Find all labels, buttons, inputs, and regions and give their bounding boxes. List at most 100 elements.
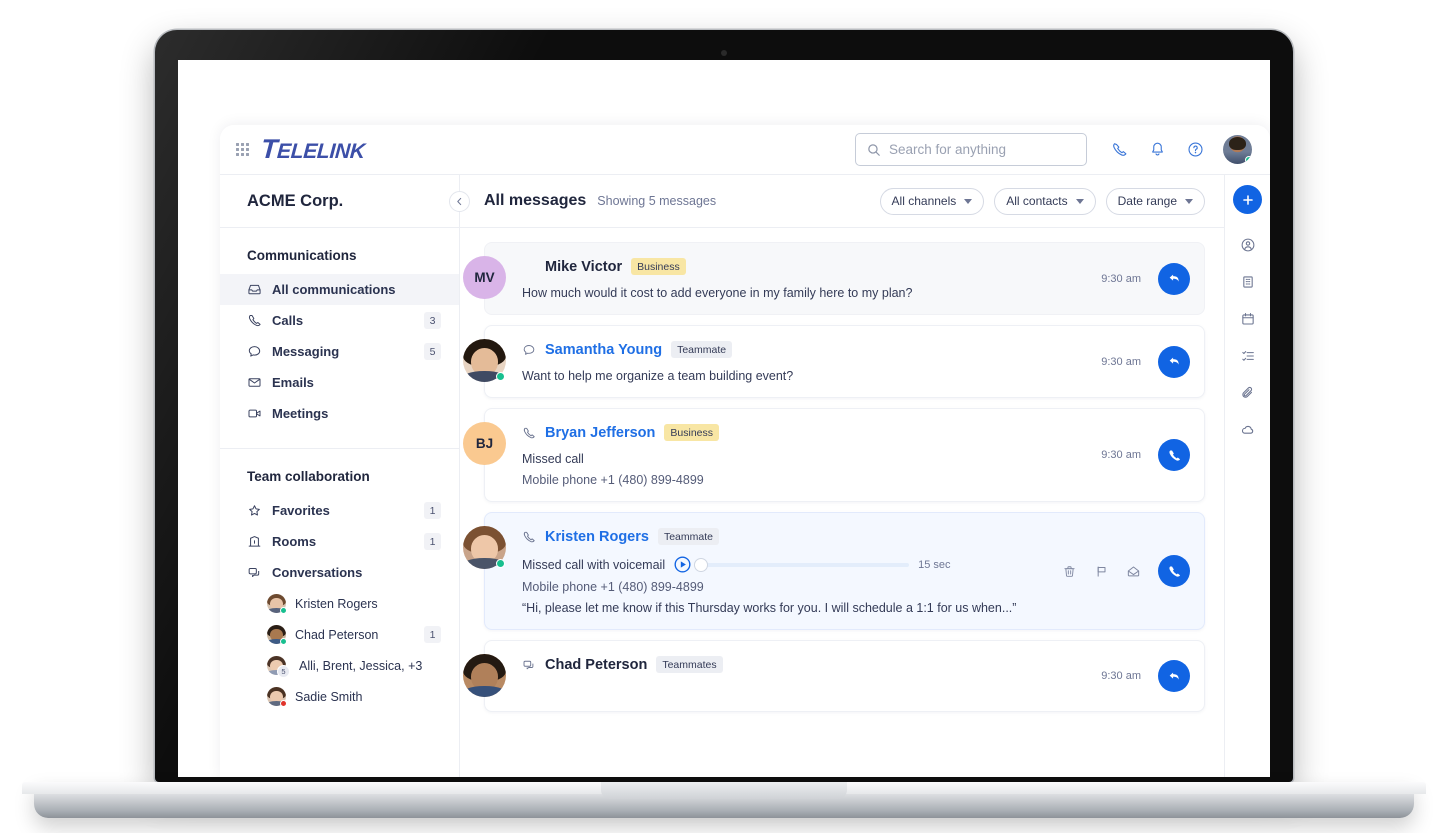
call-back-button[interactable] — [1158, 439, 1190, 471]
sidebar-item-label: All communications — [272, 282, 396, 297]
conversation-sadie-smith[interactable]: Sadie Smith — [220, 681, 459, 712]
grid-apps-icon[interactable] — [236, 143, 249, 156]
message-feed[interactable]: MV Mike Victor Business How much would i… — [460, 228, 1224, 777]
phone-icon — [248, 315, 261, 327]
sidebar-item-messaging[interactable]: Messaging 5 — [220, 336, 459, 367]
reply-icon — [1169, 274, 1179, 282]
reply-button[interactable] — [1158, 262, 1190, 295]
filter-all-channels[interactable]: All channels — [879, 187, 985, 215]
message-body: Samantha Young Teammate Want to help me … — [522, 340, 1087, 383]
message-header: Mike Victor Business — [522, 258, 1087, 275]
call-status: Missed call — [522, 452, 584, 466]
phone-icon — [523, 531, 535, 542]
contact-icon[interactable] — [1240, 237, 1256, 253]
laptop-base-notch — [601, 782, 847, 799]
filter-group: All channels All contacts Date range — [879, 187, 1205, 215]
conversation-group[interactable]: 5 Alli, Brent, Jessica, +3 — [220, 650, 459, 681]
phone-icon — [1168, 566, 1180, 577]
help-circle-icon[interactable] — [1187, 141, 1204, 158]
telelink-logo[interactable]: TELELINK — [260, 134, 366, 165]
plus-icon — [1242, 194, 1253, 205]
chevron-down-icon — [964, 198, 973, 204]
contact-name[interactable]: Samantha Young — [545, 342, 662, 358]
sidebar-item-calls[interactable]: Calls 3 — [220, 305, 459, 336]
play-circle-icon[interactable] — [674, 556, 691, 573]
building-icon — [248, 536, 261, 547]
filter-date-range[interactable]: Date range — [1105, 187, 1205, 215]
add-button[interactable] — [1233, 185, 1262, 214]
contact-name[interactable]: Kristen Rogers — [545, 529, 649, 545]
calendar-icon[interactable] — [1240, 311, 1256, 327]
table-row[interactable]: MV Mike Victor Business How much would i… — [463, 242, 1205, 315]
sidebar-collapse-button[interactable] — [449, 191, 470, 212]
message-header: Chad Peterson Teammates — [522, 656, 1087, 673]
conversation-chad-peterson[interactable]: Chad Peterson 1 — [220, 619, 459, 650]
laptop-screen: TELELINK Search for anything ACME Corp. … — [178, 60, 1270, 777]
webcam-icon — [721, 50, 727, 56]
sidebar-item-all-communications[interactable]: All communications — [220, 274, 459, 305]
app-topbar: TELELINK Search for anything — [220, 125, 1270, 175]
search-input[interactable]: Search for anything — [855, 133, 1087, 166]
search-placeholder: Search for anything — [889, 142, 1007, 157]
topbar-icon-group — [1111, 141, 1204, 158]
phone-icon — [523, 427, 535, 438]
sidebar-item-label: Messaging — [272, 344, 340, 359]
reply-button[interactable] — [1158, 660, 1190, 692]
building-icon[interactable] — [1240, 274, 1256, 290]
avatar-group: 5 — [267, 656, 290, 678]
bell-icon[interactable] — [1149, 141, 1166, 158]
sidebar-item-rooms[interactable]: Rooms 1 — [220, 526, 459, 557]
trash-icon[interactable] — [1062, 564, 1077, 579]
user-avatar[interactable] — [1223, 135, 1252, 164]
slider-handle[interactable] — [694, 557, 709, 572]
sidebar-item-conversations[interactable]: Conversations — [220, 557, 459, 588]
filter-label: Date range — [1117, 194, 1177, 208]
chat-bubble-icon — [523, 344, 535, 355]
sidebar-item-count: 1 — [424, 502, 441, 519]
filter-all-contacts[interactable]: All contacts — [994, 187, 1096, 215]
cloud-icon[interactable] — [1240, 422, 1256, 438]
mark-unread-icon[interactable] — [1126, 564, 1141, 579]
search-icon — [868, 143, 880, 156]
sidebar-item-emails[interactable]: Emails — [220, 367, 459, 398]
result-count: Showing 5 messages — [597, 194, 717, 208]
contact-name[interactable]: Chad Peterson — [545, 657, 647, 673]
flag-icon[interactable] — [1094, 564, 1109, 579]
task-list-icon[interactable] — [1240, 348, 1256, 364]
avatar — [267, 594, 287, 614]
conversation-kristen-rogers[interactable]: Kristen Rogers — [220, 588, 459, 619]
status-dot-online — [280, 607, 287, 614]
sidebar: ACME Corp. Communications All communicat… — [220, 175, 470, 777]
sidebar-item-label: Rooms — [272, 534, 317, 549]
message-preview: How much would it cost to add everyone i… — [522, 286, 913, 300]
voicemail-label: Missed call with voicemail — [522, 557, 666, 572]
message-body: Bryan Jefferson Business Missed call Mob… — [522, 423, 1087, 487]
table-row[interactable]: Kristen Rogers Teammate Missed call with… — [463, 512, 1205, 630]
sidebar-item-meetings[interactable]: Meetings — [220, 398, 459, 429]
contact-name[interactable]: Bryan Jefferson — [545, 425, 655, 441]
status-badge: Teammate — [671, 341, 733, 358]
table-row[interactable]: Samantha Young Teammate Want to help me … — [463, 325, 1205, 398]
reply-button[interactable] — [1158, 345, 1190, 378]
sidebar-item-count: 3 — [424, 312, 441, 329]
table-row[interactable]: BJ Bryan Jefferson Business Missed call … — [463, 408, 1205, 502]
table-row[interactable]: Chad Peterson Teammates 9:30 am — [463, 640, 1205, 712]
paperclip-icon[interactable] — [1240, 385, 1256, 401]
avatar: MV — [463, 256, 506, 299]
filter-label: All contacts — [1006, 194, 1068, 208]
sidebar-item-label: Emails — [272, 375, 314, 390]
sidebar-item-favorites[interactable]: Favorites 1 — [220, 495, 459, 526]
call-back-button[interactable] — [1158, 555, 1190, 587]
phone-icon — [1168, 450, 1180, 461]
voicemail-progress-slider[interactable] — [694, 557, 910, 572]
contact-name[interactable]: Mike Victor — [545, 259, 622, 275]
right-rail — [1224, 175, 1270, 777]
chevron-down-icon — [1075, 198, 1084, 204]
sidebar-item-label: Meetings — [272, 406, 329, 421]
timestamp: 9:30 am — [1101, 449, 1141, 461]
reply-icon — [1169, 357, 1179, 365]
chevron-left-icon — [457, 197, 462, 206]
sidebar-section-communications: Communications All communications Calls … — [220, 228, 459, 438]
status-dot-online — [496, 372, 505, 381]
phone-icon[interactable] — [1111, 141, 1128, 158]
